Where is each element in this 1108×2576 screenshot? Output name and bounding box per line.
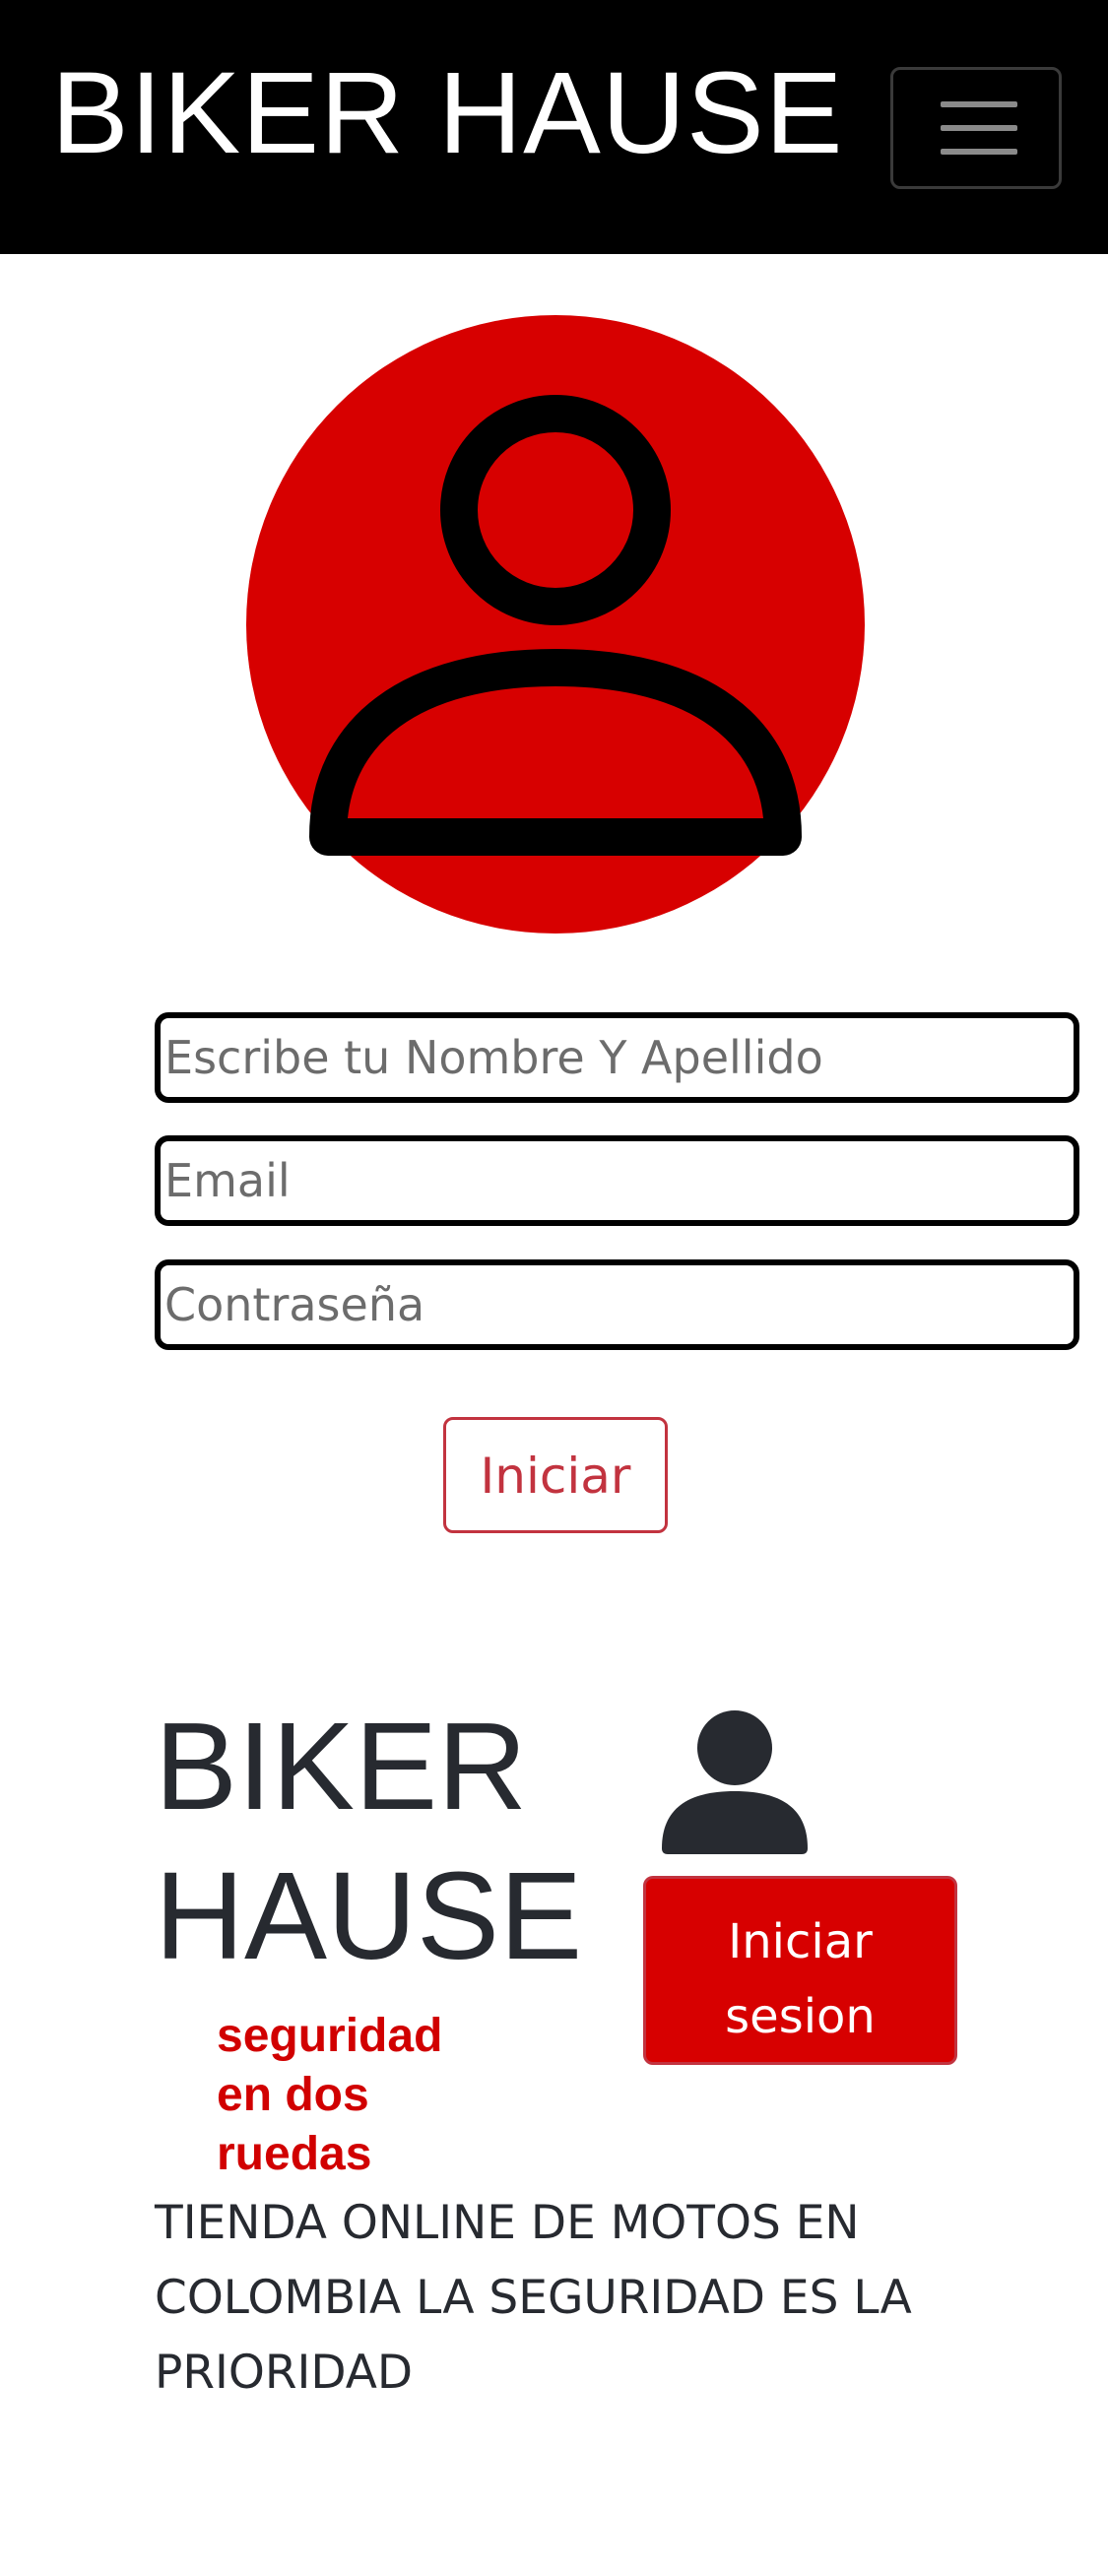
password-input[interactable] — [155, 1259, 1079, 1350]
navbar-toggler-button[interactable] — [890, 67, 1062, 189]
email-input[interactable] — [155, 1135, 1079, 1226]
footer-brand: BIKER HAUSE — [155, 1692, 627, 1991]
store-tagline: TIENDA ONLINE DE MOTOS EN COLOMBIA LA SE… — [155, 2196, 912, 2400]
iniciar-sesion-button[interactable]: Iniciar sesion — [643, 1876, 957, 2065]
footer-brand-line2: HAUSE — [155, 1846, 583, 1985]
navbar: BIKER HAUSE — [0, 0, 1108, 254]
user-icon — [662, 1710, 808, 1854]
avatar — [246, 315, 865, 934]
navbar-brand[interactable]: BIKER HAUSE — [51, 39, 843, 187]
name-input[interactable] — [155, 1012, 1079, 1103]
user-icon — [246, 315, 865, 934]
slogan: seguridad en dos ruedas — [217, 2010, 443, 2180]
footer-brand-line1: BIKER — [155, 1697, 528, 1835]
iniciar-button[interactable]: Iniciar — [443, 1417, 668, 1533]
hamburger-menu-icon — [941, 101, 1017, 107]
